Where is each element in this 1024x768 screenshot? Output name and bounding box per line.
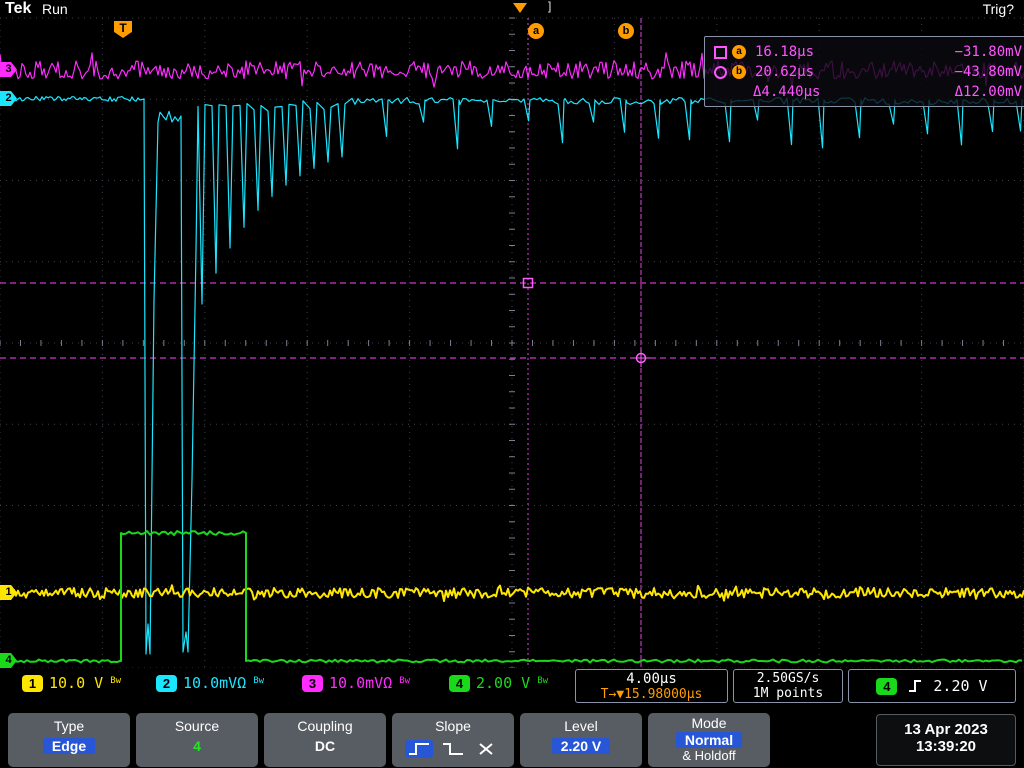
ch4-badge[interactable]: 4 bbox=[449, 674, 470, 692]
timebase-scale: 4.00µs bbox=[626, 671, 677, 687]
ch2-bandwidth-icon: Bw bbox=[253, 676, 265, 686]
cursor-a-time: 16.18µs bbox=[755, 44, 815, 60]
ch1-readout: 1 10.0 V Bw bbox=[22, 674, 121, 692]
menu-coupling-button[interactable]: Coupling DC bbox=[264, 713, 386, 767]
cursor-readout-panel: a 16.18µs −31.80mV b 20.62µs −43.80mV Δ4… bbox=[704, 36, 1024, 107]
record-length: 1M points bbox=[752, 686, 824, 701]
menu-source-value: 4 bbox=[193, 738, 201, 754]
ch3-readout: 3 10.0mVΩ Bw bbox=[302, 674, 410, 692]
trigger-slope-icon bbox=[909, 680, 922, 692]
ch1-scale: 10.0 V bbox=[49, 674, 104, 692]
menu-slope-label: Slope bbox=[435, 718, 471, 734]
trigger-delay: T→▼15.98000µs bbox=[600, 687, 703, 702]
menu-coupling-label: Coupling bbox=[297, 718, 353, 734]
status-readout-bar: 1 10.0 V Bw 2 10.0mVΩ Bw 3 10.0mVΩ Bw 4 … bbox=[0, 668, 1024, 706]
menu-coupling-value: DC bbox=[314, 738, 336, 754]
ch3-bandwidth-icon: Bw bbox=[399, 676, 411, 686]
cursor-a-badge: a bbox=[732, 45, 746, 59]
menu-level-label: Level bbox=[564, 718, 598, 734]
ch1-trace bbox=[0, 584, 1024, 602]
ch3-badge[interactable]: 3 bbox=[302, 674, 323, 692]
cursor-b-handle[interactable]: b bbox=[618, 23, 634, 39]
ch1-badge[interactable]: 1 bbox=[22, 674, 43, 692]
menu-mode-label: Mode bbox=[691, 715, 727, 731]
oscilloscope-screen: Tek Run Trig? ] T 3 2 1 4 a b a 16.18µs … bbox=[0, 0, 1024, 768]
menu-source-label: Source bbox=[174, 718, 220, 734]
trigger-readout: 4 2.20 V bbox=[848, 669, 1016, 703]
sample-rate-readout: 2.50GS/s 1M points bbox=[733, 669, 843, 703]
cursor-delta-time: Δ4.440µs bbox=[753, 84, 821, 100]
slope-falling-icon[interactable] bbox=[439, 740, 467, 758]
ch2-readout: 2 10.0mVΩ Bw bbox=[156, 674, 264, 692]
menu-mode-button[interactable]: Mode Normal & Holdoff bbox=[648, 713, 770, 767]
acquisition-status: Run bbox=[42, 1, 68, 17]
trigger-status: Trig? bbox=[982, 1, 1014, 17]
menu-trigger-type-button[interactable]: Type Edge bbox=[8, 713, 130, 767]
menu-level-button[interactable]: Level 2.20 V bbox=[520, 713, 642, 767]
menu-mode-value2: & Holdoff bbox=[682, 748, 736, 763]
cursor-b-level: −43.80mV bbox=[954, 64, 1022, 80]
waveform-display bbox=[0, 17, 1024, 669]
cursor-b-circle-icon bbox=[714, 65, 727, 79]
trigger-level-value: 2.20 V bbox=[933, 677, 988, 695]
tek-logo: Tek bbox=[5, 0, 32, 17]
cursor-a-level: −31.80mV bbox=[954, 44, 1022, 60]
menu-level-value: 2.20 V bbox=[551, 738, 611, 754]
slope-either-icon[interactable] bbox=[473, 740, 501, 758]
menu-trigger-source-button[interactable]: Source 4 bbox=[136, 713, 258, 767]
cursor-b-row: b 20.62µs −43.80mV bbox=[714, 62, 1022, 82]
time-text: 13:39:20 bbox=[915, 738, 977, 755]
menu-type-value: Edge bbox=[42, 738, 96, 754]
menu-type-label: Type bbox=[53, 718, 85, 734]
ch2-scale: 10.0mVΩ bbox=[183, 674, 247, 692]
ch1-bandwidth-icon: Bw bbox=[110, 676, 122, 686]
cursor-delta-level: Δ12.00mV bbox=[954, 84, 1022, 100]
menu-slope-button[interactable]: Slope bbox=[392, 713, 514, 767]
sample-rate: 2.50GS/s bbox=[756, 671, 820, 686]
menu-mode-value: Normal bbox=[675, 732, 743, 748]
record-window-bracket-icon: ] bbox=[546, 0, 554, 14]
cursor-b-badge: b bbox=[732, 65, 746, 79]
ch3-scale: 10.0mVΩ bbox=[329, 674, 393, 692]
datetime-display: 13 Apr 2023 13:39:20 bbox=[876, 714, 1016, 766]
trigger-source-badge: 4 bbox=[876, 677, 898, 695]
ch4-bandwidth-icon: Bw bbox=[537, 676, 549, 686]
ch4-scale: 2.00 V bbox=[476, 674, 531, 692]
timebase-readout: 4.00µs T→▼15.98000µs bbox=[575, 669, 728, 703]
cursor-a-square-icon bbox=[714, 45, 727, 59]
cursor-b-time: 20.62µs bbox=[755, 64, 815, 80]
date-text: 13 Apr 2023 bbox=[904, 721, 988, 738]
cursor-a-handle[interactable]: a bbox=[528, 23, 544, 39]
cursor-delta-row: Δ4.440µs Δ12.00mV bbox=[714, 82, 1022, 102]
cursor-a-row: a 16.18µs −31.80mV bbox=[714, 42, 1022, 62]
softkey-menu-bar: Type Edge Source 4 Coupling DC Slope Lev… bbox=[0, 706, 1024, 768]
ch4-readout: 4 2.00 V Bw bbox=[449, 674, 548, 692]
slope-rising-icon[interactable] bbox=[405, 740, 433, 758]
ch2-badge[interactable]: 2 bbox=[156, 674, 177, 692]
